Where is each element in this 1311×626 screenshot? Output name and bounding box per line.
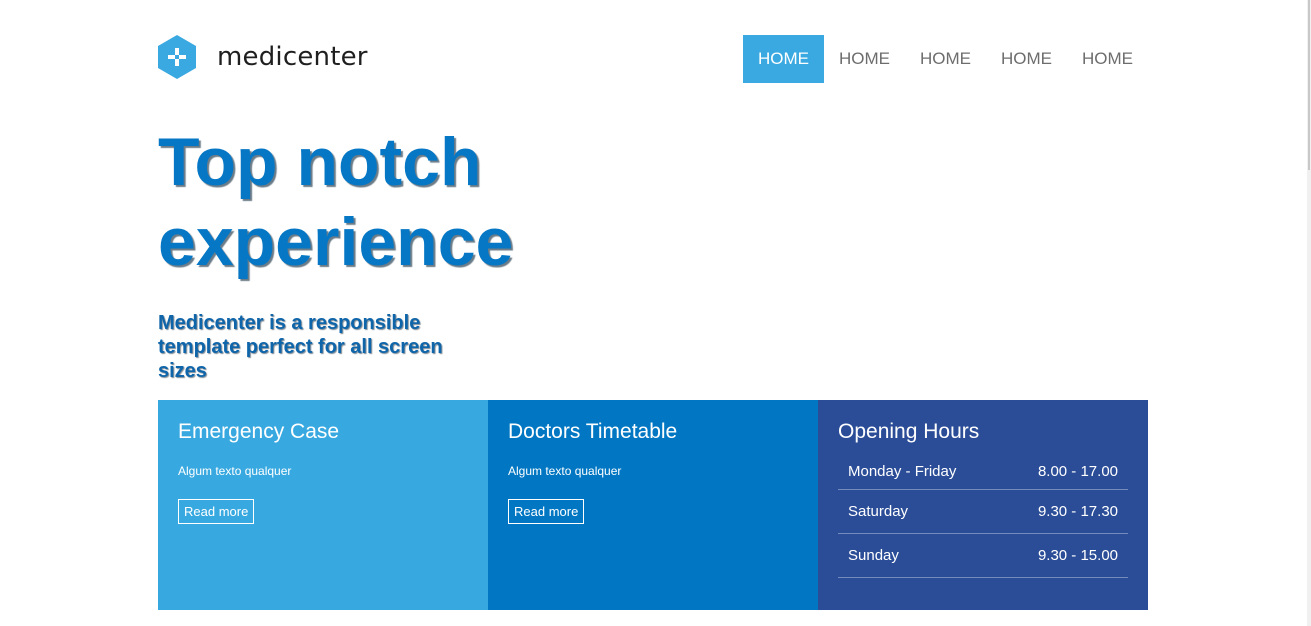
nav-item-home[interactable]: HOME [824,35,905,83]
hours-day: Saturday [848,503,909,520]
nav-item-home[interactable]: HOME [986,35,1067,83]
logo[interactable]: medicenter [158,35,368,79]
hours-row: Saturday 9.30 - 17.30 [838,490,1128,534]
hours-row: Monday - Friday 8.00 - 17.00 [838,457,1128,490]
box-title: Opening Hours [838,420,980,443]
hero-title-line2: experience [158,204,514,280]
hours-day: Sunday [848,547,899,564]
nav-item-home[interactable]: HOME [1067,35,1148,83]
hours-time: 8.00 - 17.00 [1037,463,1118,480]
read-more-button[interactable]: Read more [178,499,255,524]
nav-item-home[interactable]: HOME [743,35,824,83]
emergency-case-box: Emergency Case Algum texto qualquer Read… [158,400,488,610]
doctors-timetable-box: Doctors Timetable Algum texto qualquer R… [488,400,818,610]
hero-subtitle: Medicenter is a responsible template per… [158,312,443,382]
box-title: Doctors Timetable [508,420,678,443]
box-text: Algum texto qualquer [178,464,292,478]
info-boxes: Emergency Case Algum texto qualquer Read… [158,400,1148,610]
hours-time: 9.30 - 17.30 [1037,503,1118,520]
hours-row: Sunday 9.30 - 15.00 [838,534,1128,578]
hours-time: 9.30 - 15.00 [1037,547,1118,564]
main-nav: HOME HOME HOME HOME HOME [743,35,1148,83]
opening-hours-box: Opening Hours Monday - Friday 8.00 - 17.… [818,400,1148,610]
hero-title: Top notch experience [158,122,678,282]
page-container: medicenter HOME HOME HOME HOME HOME Top … [158,0,1148,626]
box-text: Algum texto qualquer [508,464,622,478]
opening-hours-list: Monday - Friday 8.00 - 17.00 Saturday 9.… [838,457,1128,578]
scrollbar-thumb[interactable] [1308,0,1310,170]
plus-hexagon-icon [158,35,196,79]
hero-title-line1: Top notch [158,124,482,200]
read-more-button[interactable]: Read more [508,499,585,524]
hours-day: Monday - Friday [848,463,957,480]
page-scrollbar[interactable] [1307,0,1311,626]
box-title: Emergency Case [178,420,340,443]
nav-item-home[interactable]: HOME [905,35,986,83]
brand-name: medicenter [217,42,368,72]
